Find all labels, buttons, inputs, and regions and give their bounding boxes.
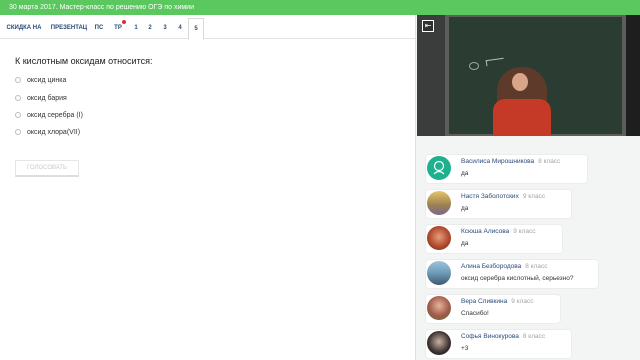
main-panel: СКИДКА НА ПРЕЗЕНТАЦ ПС ТР 1 2 3 4 5 К ки…: [0, 15, 415, 360]
message-text: да: [461, 170, 469, 177]
avatar: [427, 156, 451, 180]
author-grade: 9 класс: [522, 193, 546, 200]
radio-button[interactable]: [15, 129, 21, 135]
author-name: Ксюша Алисова: [461, 228, 510, 235]
message-author: Софья Винокурова 8 класс: [461, 333, 545, 340]
chat-list: Василиса Мирошникова 8 класс да Настя Заб…: [416, 145, 640, 360]
video-side-bar: [626, 15, 640, 136]
avatar: [427, 331, 451, 355]
avatar: [427, 226, 451, 250]
notification-dot: [122, 20, 126, 24]
chat-message: Софья Винокурова 8 класс +3: [426, 330, 571, 358]
tab-3[interactable]: 3: [159, 18, 171, 39]
tab-4[interactable]: 4: [174, 18, 186, 39]
chat-message: Настя Заболотских 9 класс да: [426, 190, 571, 218]
option-3[interactable]: оксид серебра (I): [15, 110, 83, 120]
vote-button[interactable]: ГОЛОСОВАТЬ: [15, 160, 79, 177]
message-author: Вера Сливкина 9 класс: [461, 298, 534, 305]
side-panel: ⇤ Василиса Мирошникова 8 класс да Настя З…: [415, 15, 640, 360]
tab-tr[interactable]: ТР: [110, 18, 126, 39]
tab-discount[interactable]: СКИДКА НА: [4, 18, 44, 39]
back-icon[interactable]: ⇤: [422, 20, 434, 32]
message-author: Василиса Мирошникова 8 класс: [461, 158, 560, 165]
author-grade: 8 класс: [525, 263, 548, 270]
tab-presentation[interactable]: ПРЕЗЕНТАЦ: [48, 18, 90, 39]
tab-1[interactable]: 1: [130, 18, 142, 39]
author-grade: 9 класс: [511, 298, 534, 305]
presenter-face: [512, 73, 528, 91]
message-author: Ксюша Алисова 9 класс: [461, 228, 536, 235]
video-player[interactable]: ⇤: [417, 15, 640, 136]
author-name: Алина Безбородова: [461, 263, 522, 270]
author-grade: 8 класс: [522, 333, 546, 340]
message-text: Спасибо!: [461, 310, 489, 317]
tab-ps[interactable]: ПС: [92, 18, 106, 39]
quiz-question: К кислотным оксидам относится:: [15, 56, 153, 66]
tab-5[interactable]: 5: [188, 18, 204, 40]
user-icon: [433, 160, 445, 175]
avatar: [427, 261, 451, 285]
tab-2[interactable]: 2: [144, 18, 156, 39]
option-1[interactable]: оксид цинка: [15, 75, 66, 85]
option-label: оксид хлора(VII): [27, 128, 81, 136]
option-4[interactable]: оксид хлора(VII): [15, 127, 80, 137]
author-name: Вера Сливкина: [461, 298, 508, 305]
top-bar: 30 марта 2017. Мастер-класс по решению О…: [0, 0, 640, 15]
message-text: да: [461, 205, 469, 212]
tab-bar: СКИДКА НА ПРЕЗЕНТАЦ ПС ТР 1 2 3 4 5: [0, 18, 415, 40]
message-text: да: [461, 240, 469, 247]
chalk-writing: [469, 62, 479, 70]
chat-message: Вера Сливкина 9 класс Спасибо!: [426, 295, 560, 323]
presenter-shirt: [493, 99, 551, 136]
webinar-title: 30 марта 2017. Мастер-класс по решению О…: [9, 4, 194, 11]
option-label: оксид серебра (I): [27, 111, 83, 119]
author-name: Василиса Мирошникова: [461, 158, 535, 165]
chat-message: Василиса Мирошникова 8 класс да: [426, 155, 587, 183]
author-grade: 8 класс: [538, 158, 561, 165]
option-2[interactable]: оксид бария: [15, 93, 67, 103]
message-author: Алина Безбородова 8 класс: [461, 263, 548, 270]
author-name: Настя Заболотских: [461, 193, 519, 200]
avatar: [427, 191, 451, 215]
avatar: [427, 296, 451, 320]
message-text: +3: [461, 345, 469, 352]
radio-button[interactable]: [15, 112, 21, 118]
option-label: оксид бария: [27, 94, 67, 102]
radio-button[interactable]: [15, 95, 21, 101]
radio-button[interactable]: [15, 77, 21, 83]
author-name: Софья Винокурова: [461, 333, 519, 340]
chat-message: Ксюша Алисова 9 класс да: [426, 225, 562, 253]
option-label: оксид цинка: [27, 76, 67, 84]
chat-message: Алина Безбородова 8 класс оксид серебра к…: [426, 260, 598, 288]
tab-tr-label: ТР: [114, 25, 122, 31]
author-grade: 9 класс: [513, 228, 536, 235]
message-text: оксид серебра кислотный, серьезно?: [461, 275, 574, 282]
message-author: Настя Заболотских 9 класс: [461, 193, 545, 200]
